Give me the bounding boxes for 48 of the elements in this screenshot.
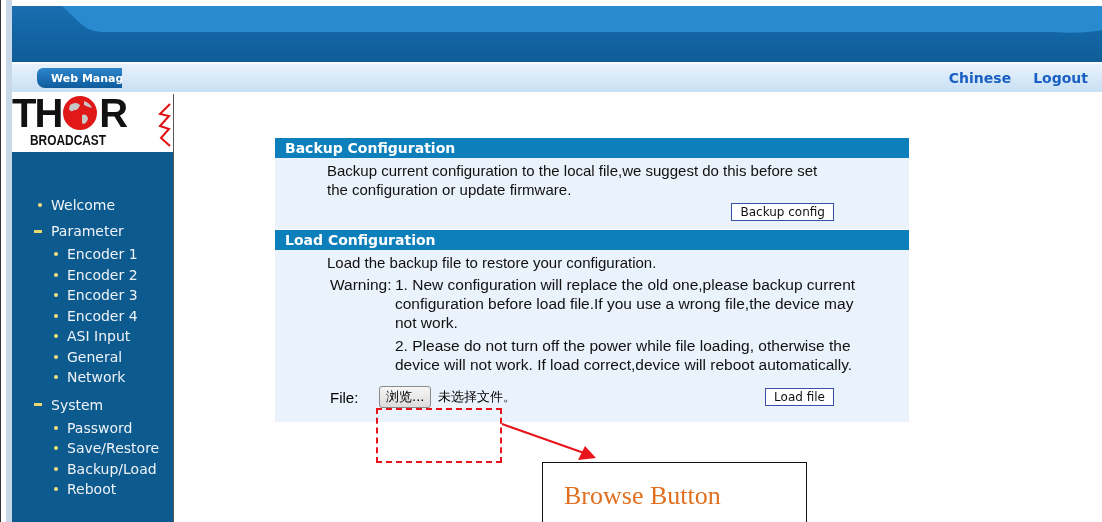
nav-link[interactable]: Logout <box>1033 70 1088 86</box>
sidebar-item[interactable]: Encoder 3 <box>67 287 138 304</box>
file-status: 未选择文件。 <box>438 388 517 406</box>
logo-text: R <box>99 94 127 132</box>
bullet-icon <box>54 375 58 380</box>
sidebar-item[interactable]: Encoder 1 <box>67 246 138 263</box>
bullet-icon <box>54 272 58 277</box>
sidebar-item[interactable]: Welcome <box>51 197 116 213</box>
bullet-icon <box>54 466 58 471</box>
logo-subtitle: BROADCAST <box>30 132 107 148</box>
sidebar-item[interactable]: Password <box>67 419 133 436</box>
bullet-icon <box>54 354 58 359</box>
browse-button[interactable]: 浏览... <box>379 386 432 408</box>
section-text: Backup current configuration to the local file,we suggest do this before set the configuration or update firmware. <box>326 161 819 199</box>
load-file-button[interactable]: Load file <box>765 388 834 406</box>
bullet-icon <box>54 425 58 430</box>
warning-text: 2. Please do not turn off the power while file loading, otherwise the device will not work. If load correct,device will reboot automatically. <box>395 336 854 374</box>
sidebar-item[interactable]: System <box>51 396 104 413</box>
warning-label: Warning: <box>330 275 393 295</box>
bullet-icon <box>54 313 58 318</box>
warning-text: 1. New configuration will replace the old one,please backup current configuration before load file.If you use a wrong file,the device may not work. <box>395 275 857 332</box>
collapse-icon[interactable] <box>34 229 42 233</box>
sidebar-item[interactable]: Encoder 4 <box>67 307 138 324</box>
bullet-icon <box>54 487 58 492</box>
bullet-icon <box>54 446 58 451</box>
sidebar-item[interactable]: Network <box>67 369 126 386</box>
sidebar-item[interactable]: Backup/Load <box>67 460 157 477</box>
file-label: File: <box>330 388 360 406</box>
bullet-icon <box>54 334 58 339</box>
bullet-icon <box>54 293 58 298</box>
section-header: Backup Configuration <box>275 137 909 158</box>
squiggle-icon <box>158 102 172 148</box>
globe-icon <box>62 95 99 131</box>
sidebar-item[interactable]: General <box>67 348 123 365</box>
nav-link[interactable]: Chinese <box>948 70 1012 86</box>
sidebar-item[interactable]: Save/Restore <box>67 440 160 457</box>
sidebar-item[interactable]: Parameter <box>51 223 124 239</box>
section-header: Load Configuration <box>275 229 909 250</box>
callout-label: Browse Button <box>542 462 807 522</box>
logo-text: TH <box>12 94 62 132</box>
bullet-icon <box>38 203 42 207</box>
bullet-icon <box>54 252 58 257</box>
nav-tab[interactable]: Web Manag <box>37 68 122 88</box>
sidebar-item[interactable]: Reboot <box>67 481 117 498</box>
backup-config-button[interactable]: Backup config <box>731 203 834 221</box>
sidebar-item[interactable]: Encoder 2 <box>67 266 138 283</box>
sidebar-item[interactable]: ASI Input <box>67 328 131 345</box>
section-text: Load the backup file to restore your configuration. <box>326 253 658 272</box>
